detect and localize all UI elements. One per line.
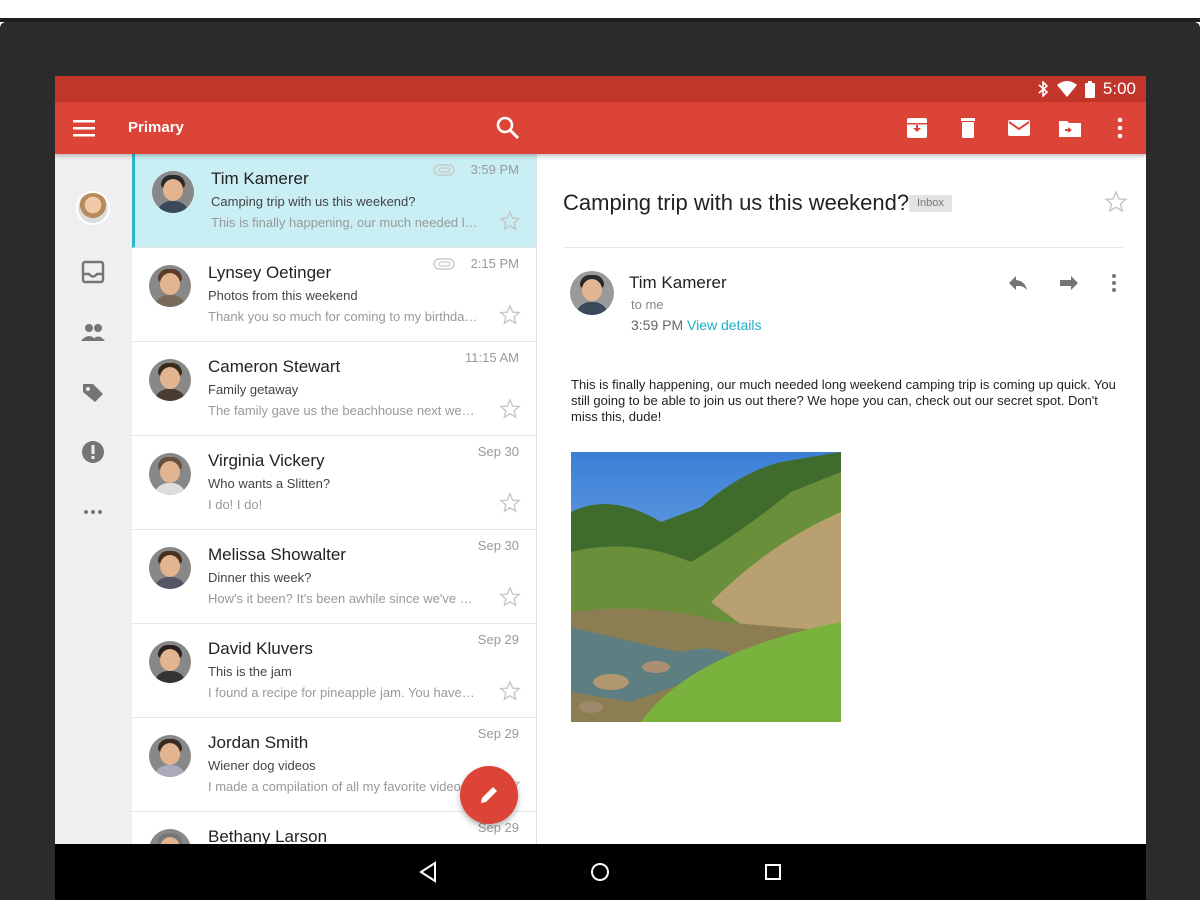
email-sender: Lynsey Oetinger <box>208 263 332 282</box>
sender-avatar <box>149 547 191 589</box>
email-date: Sep 29 <box>477 632 519 647</box>
sender-avatar <box>149 735 191 777</box>
email-date: Sep 30 <box>477 538 519 553</box>
sender-avatar <box>149 453 191 495</box>
status-time: 5:00 <box>1102 79 1136 98</box>
email-list-item[interactable]: Virginia Vickery Who wants a Slitten? I do… <box>132 436 536 530</box>
move-to-folder-icon[interactable] <box>1057 115 1083 141</box>
star-icon[interactable] <box>499 492 521 514</box>
email-subject: Wiener dog videos <box>208 758 316 773</box>
email-list-item[interactable]: David Kluvers This is the jam I found a re… <box>132 624 536 718</box>
email-sender: Jordan Smith <box>208 733 309 752</box>
star-icon[interactable] <box>1104 190 1128 214</box>
email-list-item[interactable]: Lynsey Oetinger Photos from this weekend T… <box>132 248 536 342</box>
more-vert-icon[interactable] <box>1107 115 1133 141</box>
header-divider <box>563 247 1123 248</box>
search-icon[interactable] <box>495 115 521 141</box>
email-snippet: I found a recipe for pineapple jam. You … <box>208 685 478 700</box>
email-list: Tim Kamerer Camping trip with us this wee… <box>132 154 537 844</box>
app-bar: Primary <box>55 102 1146 154</box>
email-subject: Dinner this week? <box>208 570 312 585</box>
status-bar: 5:00 <box>55 76 1146 102</box>
pencil-icon <box>481 787 497 803</box>
star-icon[interactable] <box>499 304 521 326</box>
system-nav-bar <box>55 844 1146 900</box>
email-subject: Family getaway <box>208 382 299 397</box>
email-subject: Camping trip with us this weekend? <box>211 194 416 209</box>
email-date: Sep 29 <box>477 726 519 741</box>
archive-icon[interactable] <box>904 115 930 141</box>
inbox-icon[interactable] <box>80 259 106 285</box>
device-top <box>0 0 1200 22</box>
email-sender: David Kluvers <box>208 639 313 658</box>
email-sender: Tim Kamerer <box>211 169 309 188</box>
message-time-row: 3:59 PM View details <box>631 317 761 333</box>
reading-pane: Camping trip with us this weekend? Inbox… <box>538 154 1146 844</box>
email-subject: Photos from this weekend <box>208 288 358 303</box>
email-sender: Melissa Showalter <box>208 545 346 564</box>
more-horiz-icon[interactable] <box>80 499 106 525</box>
email-subject: This is the jam <box>208 664 292 679</box>
star-icon[interactable] <box>499 680 521 702</box>
email-date: 2:15 PM <box>470 256 519 271</box>
forward-icon[interactable] <box>1057 271 1081 295</box>
app-bar-title: Primary <box>128 119 184 136</box>
email-snippet: I made a compilation of all my favorite … <box>208 779 468 794</box>
inbox-label-chip[interactable]: Inbox <box>909 195 952 212</box>
email-snippet: This is finally happening, our much need… <box>211 215 481 230</box>
compose-button[interactable] <box>460 766 518 824</box>
message-body: This is finally happening, our much need… <box>571 377 1116 424</box>
sender-avatar <box>149 641 191 683</box>
email-sender: Virginia Vickery <box>208 451 325 470</box>
home-icon[interactable] <box>587 859 613 885</box>
sender-avatar <box>152 171 194 213</box>
email-date: 3:59 PM <box>470 162 519 177</box>
attachment-icon <box>433 258 455 270</box>
label-icon[interactable] <box>80 379 106 405</box>
back-icon[interactable] <box>415 859 441 885</box>
email-sender: Cameron Stewart <box>208 357 341 376</box>
email-snippet: I do! I do! <box>208 497 263 512</box>
account-avatar[interactable] <box>76 191 110 225</box>
attachment-icon <box>433 164 455 176</box>
message-more-icon[interactable] <box>1104 271 1124 295</box>
email-list-item[interactable]: Tim Kamerer Camping trip with us this wee… <box>132 154 536 248</box>
message-sender[interactable]: Tim Kamerer <box>629 273 727 293</box>
sender-avatar <box>149 829 191 844</box>
wifi-icon <box>1056 81 1077 97</box>
bluetooth-icon <box>1038 81 1049 97</box>
email-snippet: The family gave us the beachhouse next w… <box>208 403 478 418</box>
sender-avatar <box>149 359 191 401</box>
mail-icon[interactable] <box>1006 115 1032 141</box>
email-snippet: How's it been? It's been awhile since we… <box>208 591 478 606</box>
delete-icon[interactable] <box>955 115 981 141</box>
star-icon[interactable] <box>499 586 521 608</box>
email-snippet: Thank you so much for coming to my birth… <box>208 309 478 324</box>
email-sender: Bethany Larson <box>208 827 328 844</box>
battery-icon <box>1084 80 1095 98</box>
star-icon[interactable] <box>499 398 521 420</box>
message-recipient: to me <box>631 297 664 312</box>
email-date: 11:15 AM <box>465 350 519 365</box>
nav-rail <box>55 154 132 844</box>
people-icon[interactable] <box>80 319 106 345</box>
message-subject: Camping trip with us this weekend? <box>563 190 910 215</box>
email-subject: Who wants a Slitten? <box>208 476 331 491</box>
message-time: 3:59 PM <box>631 317 684 333</box>
email-date: Sep 30 <box>477 444 519 459</box>
email-list-item[interactable]: Cameron Stewart Family getaway The family … <box>132 342 536 436</box>
attached-photo[interactable] <box>571 452 841 722</box>
menu-icon[interactable] <box>73 117 97 139</box>
tablet-screen: 5:00 Primary Tim Kamerer Camping trip wit… <box>55 76 1146 900</box>
alert-icon[interactable] <box>80 439 106 465</box>
sender-avatar[interactable] <box>570 271 614 315</box>
reply-icon[interactable] <box>1006 271 1030 295</box>
sender-avatar <box>149 265 191 307</box>
view-details-link[interactable]: View details <box>687 317 761 333</box>
email-list-item[interactable]: Melissa Showalter Dinner this week? How's … <box>132 530 536 624</box>
star-icon[interactable] <box>499 210 521 232</box>
recents-icon[interactable] <box>760 859 786 885</box>
